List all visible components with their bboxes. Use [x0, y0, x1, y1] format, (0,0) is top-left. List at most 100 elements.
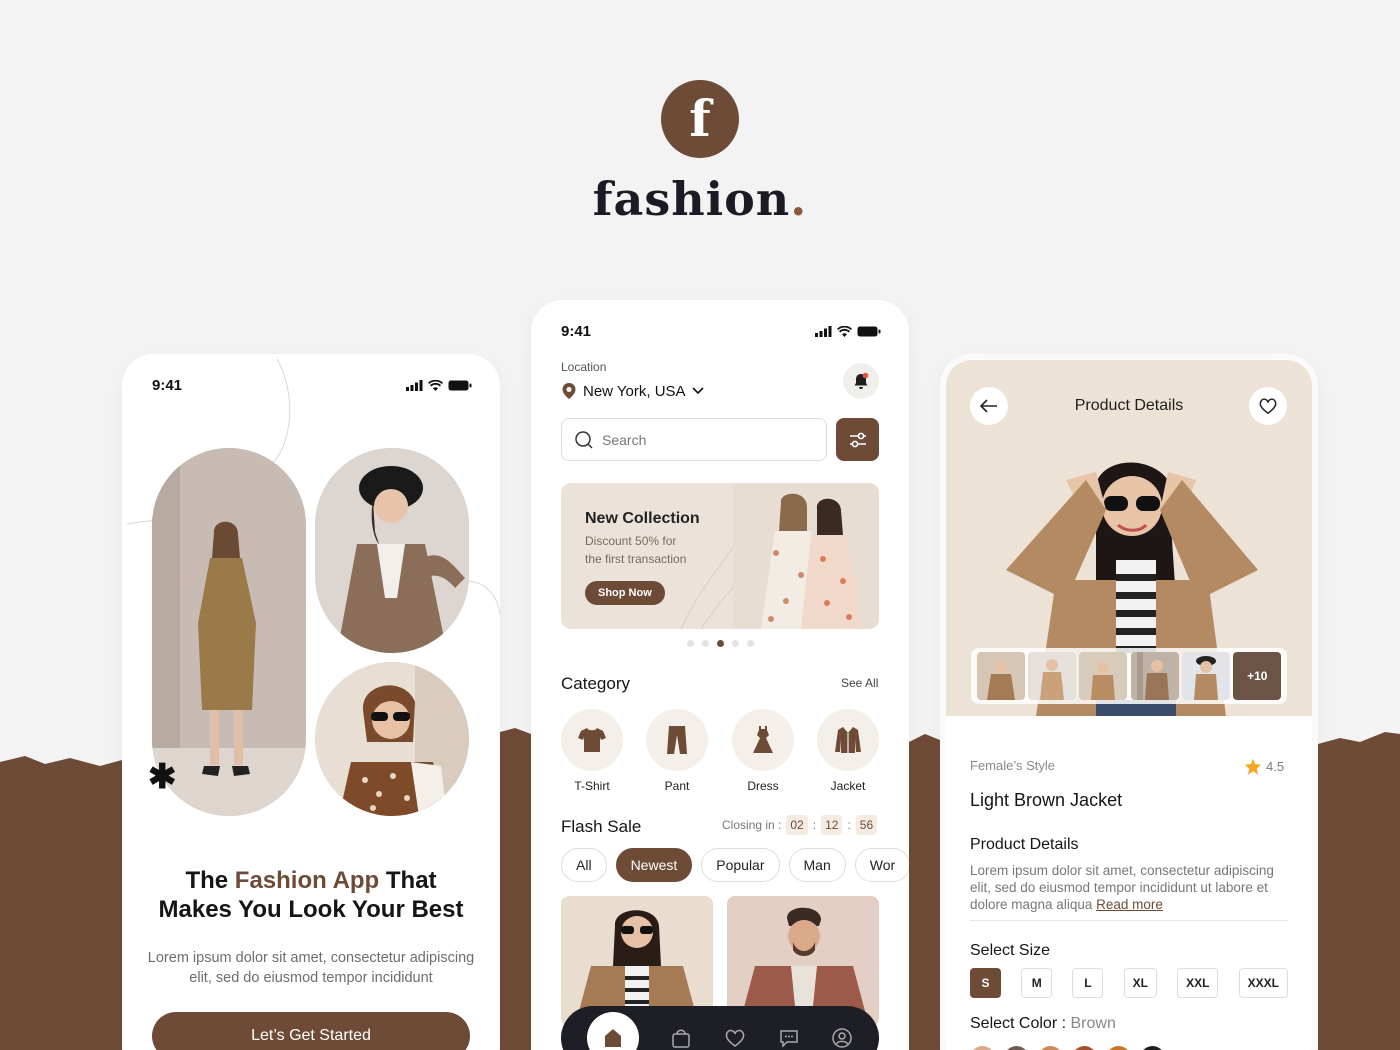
thumbnail-5[interactable] [1181, 652, 1230, 700]
category-jacket[interactable]: Jacket [817, 709, 879, 793]
chevron-down-icon [691, 387, 704, 395]
category-label: T-Shirt [574, 779, 610, 793]
select-color-heading: Select Color : Brown [970, 1015, 1116, 1032]
size-option-m[interactable]: M [1021, 968, 1053, 998]
location-value: New York, USA [583, 382, 686, 400]
shop-now-button[interactable]: Shop Now [585, 581, 665, 605]
size-option-xl[interactable]: XL [1123, 968, 1157, 998]
get-started-button[interactable]: Let’s Get Started [152, 1012, 470, 1050]
timer-minutes: 12 [821, 815, 843, 835]
size-option-xxl[interactable]: XXL [1177, 968, 1219, 998]
star-icon [1244, 758, 1262, 775]
pant-icon [667, 726, 687, 754]
battery-icon [857, 326, 881, 336]
profile-icon[interactable] [831, 1027, 853, 1049]
search-placeholder: Search [602, 431, 647, 448]
filter-icon [849, 432, 866, 447]
signal-icon [815, 325, 832, 337]
see-all-link[interactable]: See All [841, 676, 878, 690]
color-swatch-4[interactable] [1072, 1046, 1097, 1050]
thumbnail-strip: +10 [971, 648, 1287, 704]
product-details-screen: Product Details +10 Female’s Style 4.5 L… [940, 354, 1318, 1050]
color-swatch-1[interactable] [970, 1046, 995, 1050]
product-name: Light Brown Jacket [970, 790, 1123, 810]
size-options: S M L XL XXL XXXL [970, 968, 1288, 998]
search-input[interactable]: Search [561, 418, 827, 461]
bell-icon [854, 372, 869, 389]
size-option-xxxl[interactable]: XXXL [1238, 968, 1288, 998]
logo-wordmark: fashion. [0, 172, 1400, 226]
thumbnail-4[interactable] [1130, 652, 1179, 700]
model-photo-hat [315, 448, 469, 653]
carousel-dots [531, 640, 909, 647]
favorite-button[interactable] [1249, 387, 1287, 425]
thumbnail-2[interactable] [1027, 652, 1076, 700]
divider [970, 920, 1288, 921]
timer-hours: 02 [786, 815, 808, 835]
chip-popular[interactable]: Popular [701, 848, 780, 882]
chip-newest[interactable]: Newest [615, 848, 693, 882]
shopping-bag-icon[interactable] [670, 1027, 692, 1049]
heart-icon [1259, 398, 1277, 415]
color-swatch-3[interactable] [1038, 1046, 1063, 1050]
closing-in-label: Closing in : [722, 818, 782, 832]
home-icon [604, 1029, 621, 1047]
chip-all[interactable]: All [561, 848, 607, 882]
chip-man[interactable]: Man [788, 848, 846, 882]
banner-subtitle-1: Discount 50% for [585, 534, 677, 548]
dress-icon [753, 726, 773, 753]
category-label: Jacket [830, 779, 866, 793]
filter-chips: All Newest Popular Man Wor [561, 848, 909, 882]
category-dress[interactable]: Dress [732, 709, 794, 793]
product-rating: 4.5 [1244, 758, 1284, 775]
color-swatches [970, 1046, 1165, 1050]
notification-button[interactable] [843, 363, 879, 399]
onboarding-screen: 9:41 ✱ The Fashion App That Makes You Lo… [122, 354, 500, 1050]
category-label: Pant [664, 779, 690, 793]
banner-title: New Collection [585, 510, 700, 527]
size-option-s[interactable]: S [970, 968, 1001, 998]
size-option-l[interactable]: L [1072, 968, 1104, 998]
logo-name: fashion [592, 172, 791, 226]
timer-seconds: 56 [855, 815, 878, 835]
title-highlight: Fashion App [234, 867, 380, 894]
search-icon [575, 430, 593, 449]
read-more-link[interactable]: Read more [1096, 897, 1163, 912]
home-screen: 9:41 Location New York, USA Search New C… [531, 300, 909, 1050]
logo-mark: f [661, 80, 739, 158]
product-details-heading: Product Details [970, 836, 1079, 853]
chip-woman[interactable]: Wor [854, 848, 909, 882]
carousel-dot[interactable] [731, 640, 739, 647]
category-label: Dress [747, 779, 779, 793]
category-tshirt[interactable]: T-Shirt [561, 709, 623, 793]
status-bar: 9:41 [561, 322, 881, 340]
carousel-dot-active[interactable] [716, 640, 724, 647]
chat-icon[interactable] [778, 1027, 800, 1049]
onboarding-title: The Fashion App That Makes You Look Your… [158, 867, 464, 923]
tshirt-icon [578, 728, 606, 752]
flash-sale-title: Flash Sale [561, 817, 642, 836]
location-label: Location [561, 360, 607, 374]
model-photo-sunglasses [315, 662, 469, 816]
promo-banner[interactable]: New Collection Discount 50% for the firs… [561, 483, 879, 629]
filter-button[interactable] [836, 418, 879, 461]
color-swatch-5[interactable] [1106, 1046, 1131, 1050]
location-selector[interactable]: New York, USA [561, 382, 704, 400]
color-swatch-6[interactable] [1140, 1046, 1165, 1050]
carousel-dot[interactable] [746, 640, 754, 647]
carousel-dot[interactable] [686, 640, 694, 647]
jacket-icon [835, 727, 861, 753]
nav-home-button[interactable] [586, 1012, 639, 1050]
more-thumbnails-button[interactable]: +10 [1233, 652, 1282, 700]
category-pant[interactable]: Pant [646, 709, 708, 793]
rating-value: 4.5 [1266, 759, 1285, 774]
heart-icon[interactable] [724, 1027, 746, 1049]
logo-dot: . [790, 172, 808, 226]
color-swatch-2[interactable] [1004, 1046, 1029, 1050]
thumbnail-1[interactable] [976, 652, 1025, 700]
carousel-dot[interactable] [701, 640, 709, 647]
bottom-navigation [561, 1006, 879, 1050]
flash-sale-timer: Closing in : 02: 12: 56 [722, 815, 878, 835]
thumbnail-3[interactable] [1079, 652, 1128, 700]
asterisk-decoration: ✱ [148, 758, 177, 796]
